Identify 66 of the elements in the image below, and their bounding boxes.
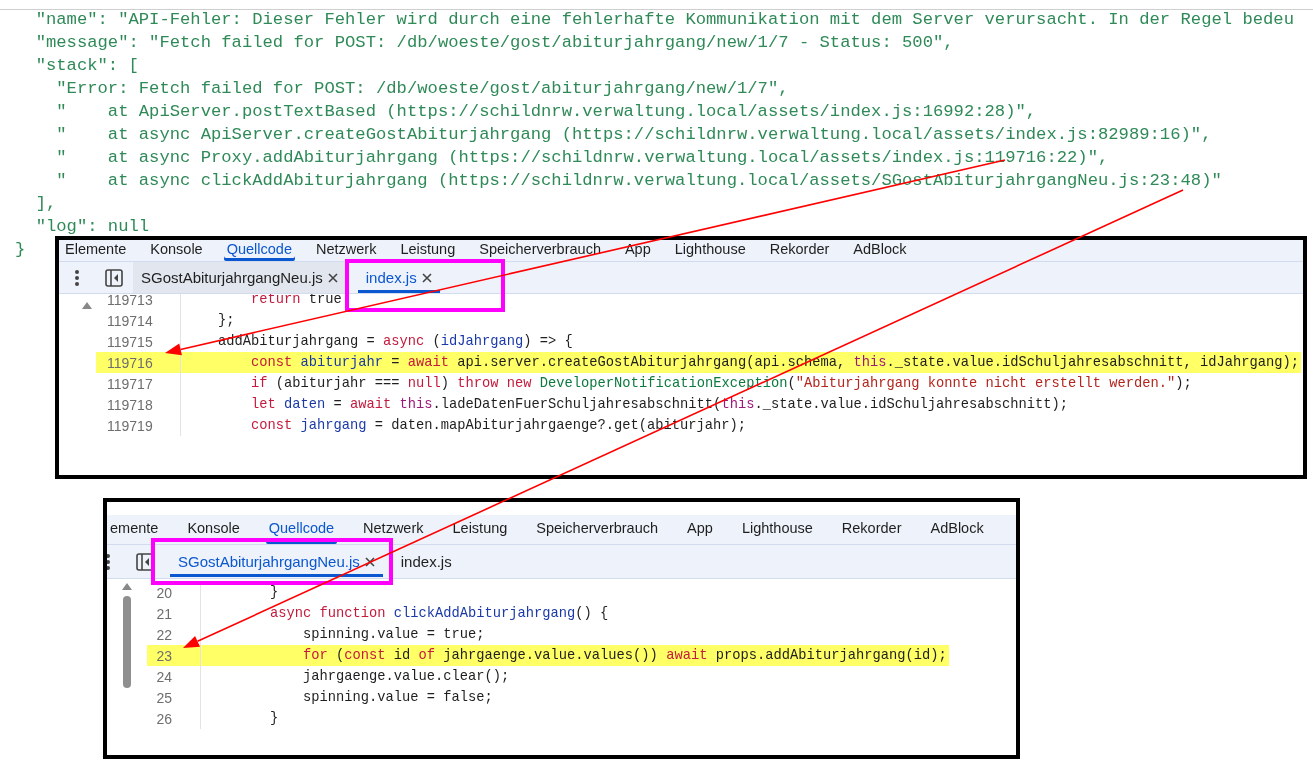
line-number: 119715 [106,333,154,350]
line-number: 22 [155,626,173,643]
code-line: "Error: Fetch failed for POST: /db/woeste/gost/abiturjahrgang/new/1/7", [55,78,789,100]
close-icon[interactable] [327,272,338,283]
close-icon[interactable] [364,556,375,567]
line-number: 23 [155,647,173,664]
code-line: spinning.value = false; [200,687,495,708]
code-line: } [200,582,281,603]
code-line: }; [180,310,237,331]
kebab-menu-icon[interactable] [73,268,81,287]
panel-tab[interactable]: AdBlock [850,240,910,261]
code-line: " at async Proxy.addAbiturjahrgang (https://schildnrw.verwaltung.local/assets/index.js:119716:22)", [55,147,1109,169]
line-number: 119719 [106,417,154,434]
code-line: "log": null [34,216,150,238]
panel-tab[interactable]: Lighthouse [671,240,749,261]
code-line: let daten = await this.ladeDatenFuerSchuljahresabschnitt(this._state.value.idSchuljahresabschnitt); [180,394,1070,415]
panel-tab[interactable]: Quellcode [223,240,295,261]
line-number: 21 [155,605,173,622]
panel-tab[interactable]: App [684,515,716,544]
scrollbar-thumb[interactable] [123,596,131,688]
code-line: ], [34,193,57,215]
line-number: 20 [155,584,173,601]
close-icon[interactable] [421,272,432,283]
code-line: } [15,239,26,261]
panel-tab[interactable]: Elemente [62,240,130,261]
file-tab[interactable]: SGostAbiturjahrgangNeu.js [170,546,383,577]
code-line: async function clickAddAbiturjahrgang() { [200,603,611,624]
file-tab[interactable]: index.js [392,546,460,577]
panel-tab[interactable]: Rekorder [766,240,833,261]
panel-tab[interactable]: Konsole [184,515,243,544]
panel-tab[interactable]: Rekorder [838,515,905,544]
code-line: " at async ApiServer.createGostAbiturjahrgang (https://schildnrw.verwaltung.local/assets/index.js:82989:16)", [55,124,1212,146]
sidebar-toggle-icon[interactable] [136,552,154,571]
panel-tab[interactable]: Leistung [449,515,511,544]
line-number: 24 [155,668,173,685]
code-line: } [200,708,281,729]
line-number: 119713 [106,294,154,308]
code-line: "message": "Fetch failed for POST: /db/woeste/gost/abiturjahrgang/new/1/7 - Status: 500", [34,32,954,54]
panel-tab[interactable]: AdBlock [927,515,987,544]
code-line: "stack": [ [34,55,139,77]
code-line: jahrgaenge.value.clear(); [200,666,512,687]
panel-tab[interactable]: Lighthouse [738,515,816,544]
panel-tab[interactable]: Netzwerk [312,240,380,261]
code-line: "name": "API-Fehler: Dieser Fehler wird durch eine fehlerhafte Kommunikation mit dem Server verursacht. In der Regel bedeu [34,9,1294,31]
panel-tab[interactable]: App [621,240,654,261]
panel-tab[interactable]: Speicherverbrauch [476,240,604,261]
line-number: 119716 [106,354,154,371]
panel-tab[interactable]: Quellcode [265,515,338,544]
code-line: return true [180,294,344,310]
panel-tab[interactable]: Netzwerk [360,515,427,544]
line-number: 119714 [106,312,154,329]
scroll-up-icon[interactable] [81,302,92,309]
line-number: 25 [155,689,173,706]
scroll-up-icon[interactable] [122,583,132,590]
line-number: 119718 [106,396,154,413]
panel-tab[interactable]: Konsole [147,240,206,261]
panel-tab[interactable]: emente [107,515,162,544]
sidebar-toggle-icon[interactable] [105,268,123,287]
line-number: 119717 [106,375,154,392]
file-tab[interactable]: index.js [357,262,440,293]
panel-tab[interactable]: Speicherverbrauch [533,515,662,544]
file-tab[interactable]: SGostAbiturjahrgangNeu.js [133,262,346,293]
panel-tab[interactable]: Leistung [397,240,459,261]
line-number: 26 [155,710,173,727]
code-line: " at ApiServer.postTextBased (https://schildnrw.verwaltung.local/assets/index.js:16992:28)", [55,101,1037,123]
code-line: for (const id of jahrgaenge.value.values()) await props.addAbiturjahrgang(id); [200,645,949,666]
